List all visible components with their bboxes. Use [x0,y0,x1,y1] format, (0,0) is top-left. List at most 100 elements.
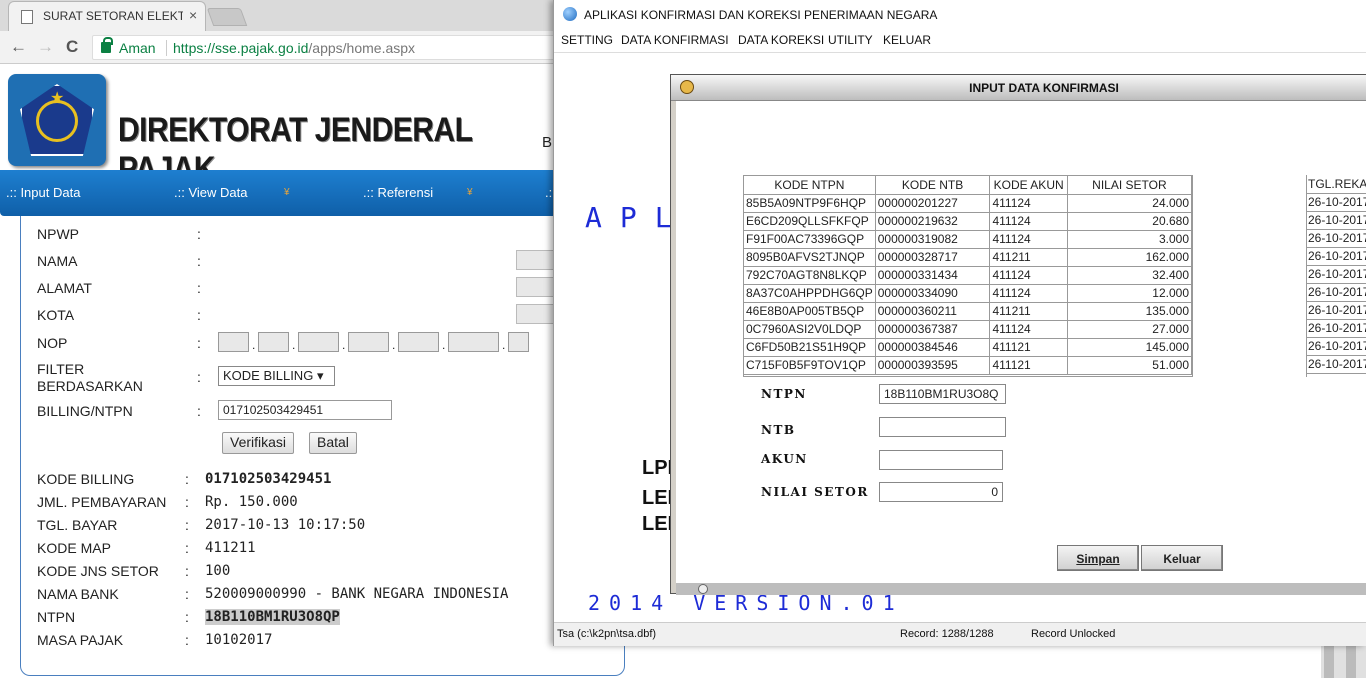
nop-field-1[interactable] [218,332,249,352]
table-row[interactable]: C6FD50B21S51H9QP 000000384546 411121 145.00… [744,338,1192,357]
table-cell: 24.000 [1067,194,1192,213]
site-header: ★ DIREKTORAT JENDERAL PAJAK B [0,64,560,188]
dialog-scrollbar[interactable] [676,583,1366,595]
table-row[interactable]: 26-10-2017 [1307,301,1366,320]
nav-referensi[interactable]: .:: Referensi [363,185,433,200]
filter-select[interactable]: KODE BILLING ▾ [218,366,335,386]
forward-arrow-icon[interactable]: → [37,37,54,57]
menu-data-koreksi[interactable]: DATA KOREKSI [738,33,824,47]
table-cell: 26-10-2017 [1307,193,1366,212]
colon: : [185,609,189,625]
simpan-button[interactable]: Simpan [1057,545,1139,571]
menu-utility[interactable]: UTILITY [828,33,873,47]
result-label: TGL. BAYAR [37,517,118,533]
nav-view-data[interactable]: .:: View Data [174,185,247,200]
table-row[interactable]: 26-10-2017 [1307,283,1366,302]
background-text: LPI [642,457,674,479]
table-row[interactable]: 8095B0AFVS2TJNQP 000000328717 411211 162.00… [744,248,1192,267]
table-cell: 000000201227 [875,194,991,213]
colon: : [197,280,201,296]
column-header[interactable]: KODE AKUN [989,176,1068,195]
new-tab-button[interactable] [206,8,248,26]
nama-label: NAMA [37,253,78,269]
dialog-title: INPUT DATA KONFIRMASI [969,81,1119,95]
nop-separator: . [292,338,296,352]
background-window-edge [1321,646,1366,678]
result-value: 411211 [205,540,256,556]
table-row[interactable]: E6CD209QLLSFKFQP 000000219632 411124 20.680 [744,212,1192,231]
nop-field-6[interactable] [448,332,499,352]
table-cell: 51.000 [1067,356,1192,375]
table-cell: 411124 [989,194,1068,213]
table-row[interactable]: 46E8B0AP005TB5QP 000000360211 411211 135.00… [744,302,1192,321]
table-cell: 411121 [989,356,1068,375]
back-arrow-icon[interactable]: ← [10,37,27,57]
ntpn-input[interactable]: 18B110BM1RU3O8Q [879,384,1006,404]
menu-keluar[interactable]: KELUAR [883,33,931,47]
result-label: KODE BILLING [37,471,135,487]
chevron-down-icon[interactable]: ¥ [284,187,290,198]
reload-icon[interactable]: C [66,37,78,57]
akun-input[interactable] [879,450,1003,470]
table-cell: 000000328717 [875,248,991,267]
colon: : [197,335,201,351]
ntpn-value-selected[interactable]: 18B110BM1RU3O8QP [205,609,340,625]
table-row[interactable]: 26-10-2017 [1307,193,1366,212]
table-row[interactable]: 26-10-2017 [1307,355,1366,374]
table-row[interactable]: 85B5A09NTP9F6HQP 000000201227 411124 24.000 [744,194,1192,213]
nop-field-3[interactable] [298,332,339,352]
table-cell: 26-10-2017 [1307,211,1366,230]
table-cell: 411124 [989,284,1068,303]
verify-button[interactable]: Verifikasi [222,432,295,454]
cancel-button[interactable]: Batal [309,432,357,454]
table-cell: 20.680 [1067,212,1192,231]
nop-field-7[interactable] [508,332,529,352]
nilai-setor-input[interactable]: 0 [879,482,1003,502]
browser-tab[interactable]: SURAT SETORAN ELEKTRONIK × [8,1,206,31]
kota-label: KOTA [37,307,75,323]
nav-more[interactable]: .: [545,185,552,200]
chevron-down-icon[interactable]: ¥ [467,187,473,198]
billing-input[interactable]: 017102503429451 [218,400,392,420]
sse-form-panel: NPWP : NAMA : ALAMAT : KOTA : NOP : . . … [20,216,625,676]
table-row[interactable]: F91F00AC73396GQP 000000319082 411124 3.000 [744,230,1192,249]
colon: : [185,540,189,556]
table-row[interactable]: 26-10-2017 [1307,247,1366,266]
tgl-rekam-grid[interactable]: TGL.REKAM 26-10-201726-10-201726-10-2017… [1306,175,1366,377]
nop-field-2[interactable] [258,332,289,352]
table-row[interactable]: 26-10-2017 [1307,337,1366,356]
table-cell: 145.000 [1067,338,1192,357]
konfirmasi-grid[interactable]: KODE NTPN KODE NTB KODE AKUN NILAI SETOR… [743,175,1193,377]
column-header[interactable]: KODE NTPN [744,176,876,195]
ntb-input[interactable] [879,417,1006,437]
keluar-button[interactable]: Keluar [1141,545,1223,571]
table-row[interactable]: 26-10-2017 [1307,229,1366,248]
app-titlebar: APLIKASI KONFIRMASI DAN KOREKSI PENERIMA… [554,0,1366,30]
nav-input-data[interactable]: .:: Input Data [6,185,80,200]
nop-field-4[interactable] [348,332,389,352]
djp-logo: ★ [8,74,106,166]
close-icon[interactable]: × [189,7,197,23]
secure-label: Aman [119,40,156,56]
table-row[interactable]: 26-10-2017 [1307,211,1366,230]
table-row[interactable]: 792C70AGT8N8LKQP 000000331434 411124 32.400 [744,266,1192,285]
table-row[interactable]: 0C7960ASI2V0LDQP 000000367387 411124 27.000 [744,320,1192,339]
nop-field-5[interactable] [398,332,439,352]
table-cell: 26-10-2017 [1307,337,1366,356]
column-header[interactable]: KODE NTB [875,176,991,195]
column-header[interactable]: NILAI SETOR [1067,176,1192,195]
site-navbar: .:: Input Data .:: View Data ¥ .:: Refer… [0,170,560,216]
table-row[interactable]: C715F0B5F9TOV1QP 000000393595 411121 51.000 [744,356,1192,375]
menu-data-konfirmasi[interactable]: DATA KONFIRMASI [621,33,729,47]
scroll-thumb-icon[interactable] [698,584,708,594]
nop-separator: . [252,338,256,352]
menu-setting[interactable]: SETTING [561,33,613,47]
nop-separator: . [502,338,506,352]
column-header[interactable]: TGL.REKAM [1307,175,1366,194]
table-row[interactable]: 26-10-2017 [1307,265,1366,284]
address-bar[interactable]: Aman https://sse.pajak.go.id/apps/home.a… [92,35,562,60]
table-row[interactable]: 8A37C0AHPPDHG6QP 000000334090 411124 12.000 [744,284,1192,303]
divider [166,40,167,56]
table-row[interactable]: 26-10-2017 [1307,319,1366,338]
dialog-titlebar[interactable]: INPUT DATA KONFIRMASI [671,75,1366,101]
